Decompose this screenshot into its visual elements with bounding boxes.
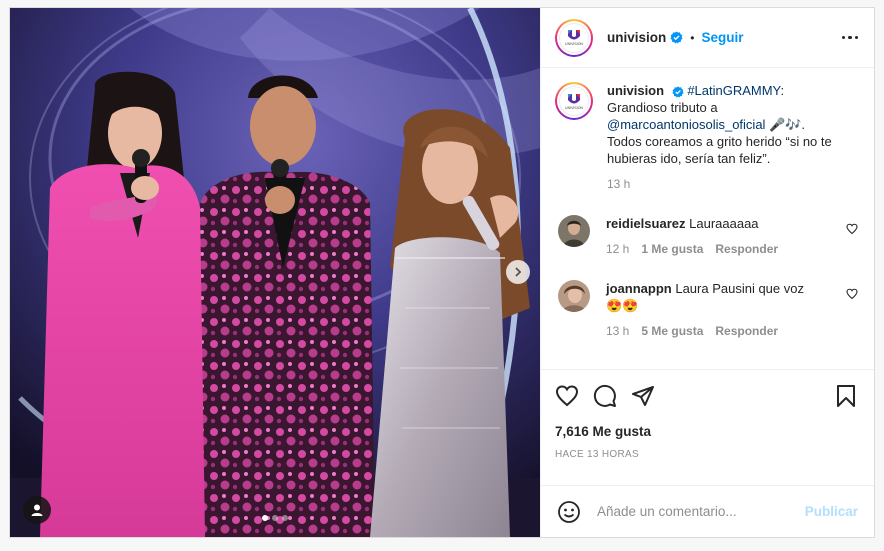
chevron-right-icon [515, 267, 522, 277]
caption-body: univision #LatinGRAMMY: Grandioso tribut… [607, 82, 847, 193]
logo-text: UNIVISION [565, 105, 583, 110]
univision-logo: UNIVISION [559, 22, 589, 53]
post-dialog: UNIVISION univision • Seguir UNIVISION u… [9, 7, 875, 538]
post-actions: 7,616 Me gusta HACE 13 HORAS [541, 369, 874, 485]
likes-count[interactable]: 7,616 Me gusta [555, 424, 860, 439]
more-options-icon[interactable] [841, 35, 858, 40]
user-tag-icon [31, 504, 43, 516]
carousel-dot [272, 515, 278, 521]
hashtag-link[interactable]: #LatinGRAMMY [687, 83, 780, 98]
emoji-icon[interactable] [557, 500, 581, 524]
heart-icon[interactable] [555, 384, 579, 408]
commenter-avatar[interactable] [558, 280, 590, 312]
carousel-dots [262, 515, 288, 521]
bookmark-icon[interactable] [834, 384, 858, 408]
post-panel: UNIVISION univision • Seguir UNIVISION u… [540, 8, 874, 537]
comment-meta: 13 h 5 Me gusta Responder [606, 323, 836, 340]
heart-icon[interactable] [846, 223, 858, 235]
comment-meta: 12 h 1 Me gusta Responder [606, 241, 836, 258]
comment-time[interactable]: 12 h [606, 241, 629, 258]
share-icon[interactable] [631, 384, 655, 408]
user-tag-button[interactable] [23, 496, 51, 524]
caption-author-avatar[interactable]: UNIVISION [555, 82, 593, 120]
caption-line-4: Todos coreamos a grito herido “si no te … [607, 134, 832, 166]
verified-badge-icon [670, 31, 683, 44]
author-username[interactable]: univision [607, 30, 666, 45]
author-avatar[interactable]: UNIVISION [555, 18, 593, 57]
reply-button[interactable]: Responder [715, 323, 778, 340]
comment-text: Laura Pausini que voz [675, 281, 804, 296]
comment-body: joannappn Laura Pausini que voz 😍😍 13 h … [606, 280, 836, 340]
verified-badge-icon [672, 85, 684, 98]
comment-likes[interactable]: 5 Me gusta [641, 323, 703, 340]
comment-username[interactable]: reidielsuarez [606, 216, 686, 231]
caption-username[interactable]: univision [607, 83, 664, 98]
caption-emoji: 🎤🎶. [765, 117, 806, 132]
comment-icon[interactable] [593, 384, 617, 408]
comment-input[interactable] [597, 504, 805, 519]
follow-button[interactable]: Seguir [701, 30, 743, 45]
add-comment-bar: Publicar [541, 485, 874, 537]
post-media[interactable] [10, 8, 540, 537]
caption-time[interactable]: 13 h [607, 176, 847, 193]
heart-icon[interactable] [846, 288, 858, 300]
next-slide-button[interactable] [506, 260, 530, 284]
univision-logo: UNIVISION [559, 86, 589, 116]
post-header: UNIVISION univision • Seguir [541, 8, 874, 68]
avatar-photo [558, 280, 590, 312]
post-caption: UNIVISION univision #LatinGRAMMY: Grandi… [555, 82, 858, 193]
comment-item: joannappn Laura Pausini que voz 😍😍 13 h … [555, 280, 858, 340]
stage-photo [10, 8, 540, 537]
logo-text: UNIVISION [565, 42, 583, 46]
post-timestamp[interactable]: HACE 13 HORAS [555, 449, 860, 460]
carousel-dot [262, 515, 268, 521]
mention-link[interactable]: @marcoantoniosolis_oficial [607, 117, 765, 132]
comment-emoji: 😍😍 [606, 298, 639, 313]
caption-colon: : [780, 83, 785, 98]
comment-username[interactable]: joannappn [606, 281, 672, 296]
commenter-avatar[interactable] [558, 215, 590, 247]
header-separator: • [690, 30, 695, 45]
univision-u-icon [568, 30, 580, 40]
avatar-photo [558, 215, 590, 247]
reply-button[interactable]: Responder [715, 241, 778, 258]
comment-likes[interactable]: 1 Me gusta [641, 241, 703, 258]
comment-body: reidielsuarez Lauraaaaaa 12 h 1 Me gusta… [606, 215, 836, 258]
comments-section: UNIVISION univision #LatinGRAMMY: Grandi… [541, 68, 874, 369]
comment-text: Lauraaaaaa [689, 216, 759, 231]
comment-item: reidielsuarez Lauraaaaaa 12 h 1 Me gusta… [555, 215, 858, 258]
carousel-dot [282, 515, 288, 521]
publish-button[interactable]: Publicar [805, 504, 858, 519]
caption-line-2: Grandioso tributo a [607, 100, 718, 115]
comment-time[interactable]: 13 h [606, 323, 629, 340]
action-icons [555, 380, 860, 412]
univision-u-icon [568, 93, 580, 103]
